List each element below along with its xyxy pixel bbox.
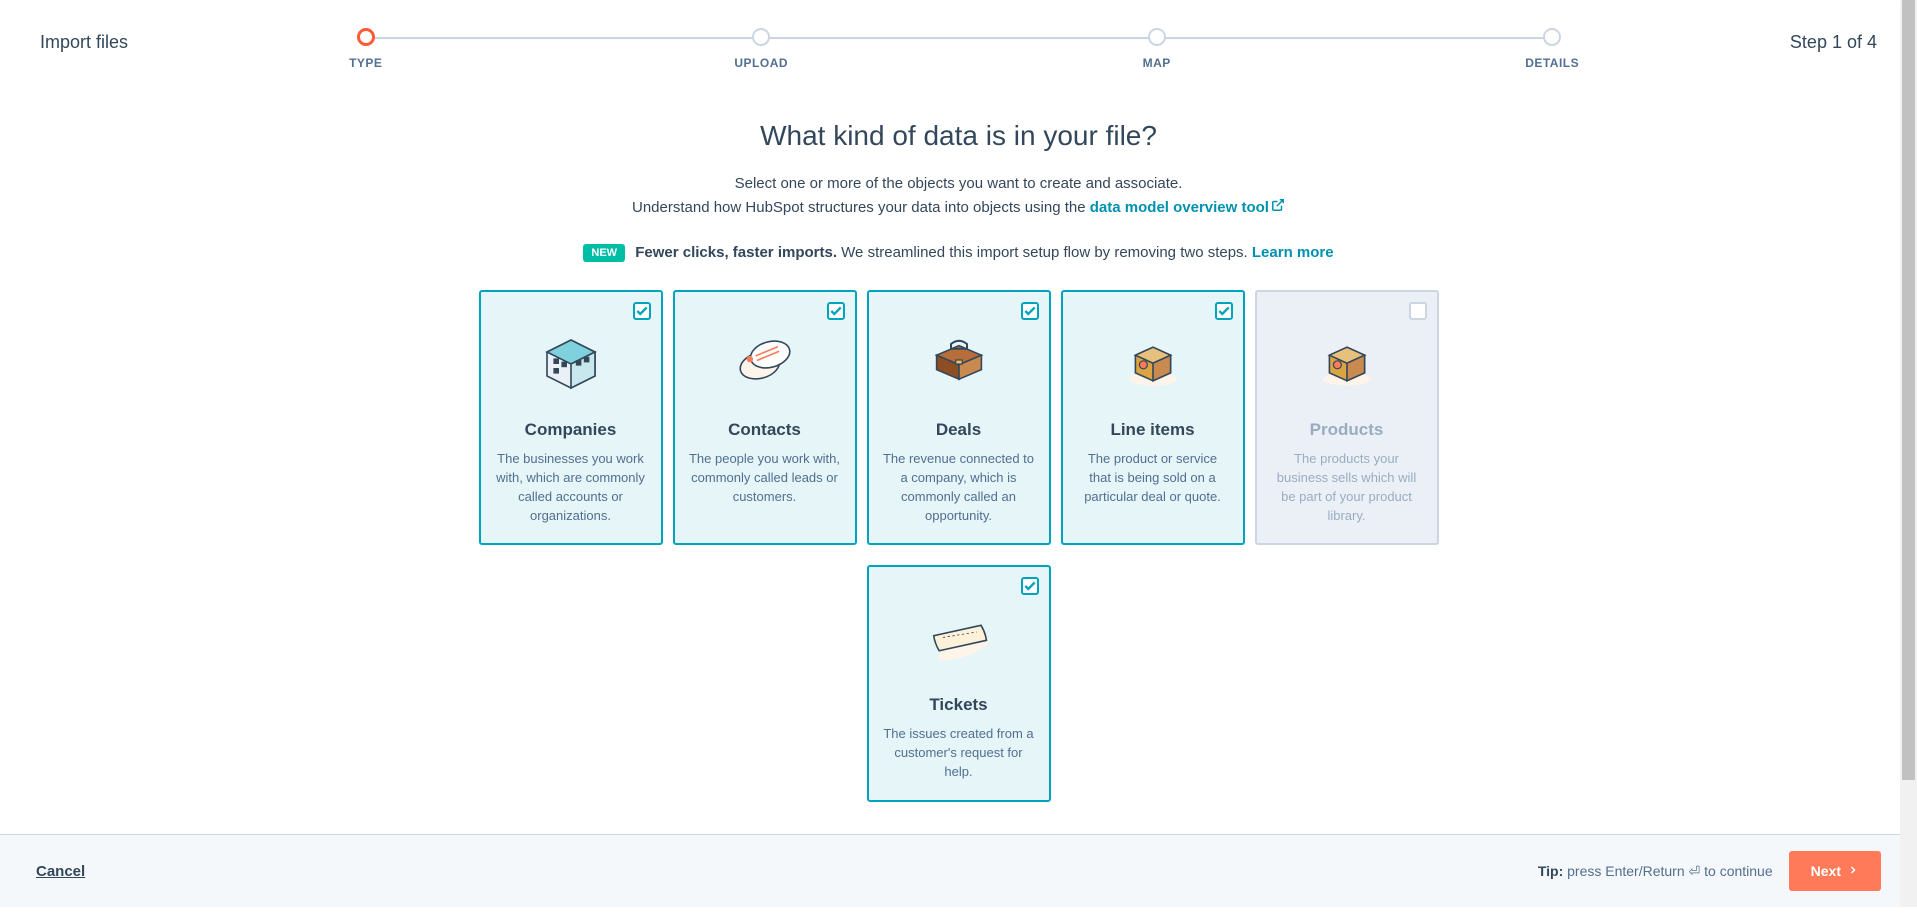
scrollbar[interactable]: [1900, 0, 1917, 907]
box-icon: [1077, 310, 1229, 410]
step-label: DETAILS: [1525, 56, 1579, 70]
card-line-items[interactable]: Line items The product or service that i…: [1061, 290, 1245, 545]
card-products: Products The products your business sell…: [1255, 290, 1439, 545]
card-description: The people you work with, commonly calle…: [689, 450, 841, 507]
checkbox-checked-icon: [1021, 302, 1039, 320]
cancel-button[interactable]: Cancel: [36, 863, 85, 880]
card-grid: Companies The businesses you work with, …: [379, 290, 1539, 802]
scrollbar-thumb[interactable]: [1902, 0, 1915, 780]
card-description: The businesses you work with, which are …: [495, 450, 647, 525]
checkbox-checked-icon: [1215, 302, 1233, 320]
step-label: UPLOAD: [734, 56, 788, 70]
step-upload: UPLOAD: [564, 28, 959, 70]
card-companies[interactable]: Companies The businesses you work with, …: [479, 290, 663, 545]
step-label: TYPE: [349, 56, 382, 70]
card-contacts[interactable]: Contacts The people you work with, commo…: [673, 290, 857, 545]
card-title: Companies: [495, 420, 647, 440]
page-title: Import files: [40, 32, 128, 53]
next-button[interactable]: Next: [1789, 851, 1881, 891]
step-label: MAP: [1143, 56, 1171, 70]
briefcase-icon: [883, 310, 1035, 410]
ticket-icon: [883, 585, 1035, 685]
data-model-overview-link[interactable]: data model overview tool: [1090, 199, 1285, 216]
external-link-icon: [1271, 196, 1285, 220]
box-icon: [1271, 310, 1423, 410]
card-description: The product or service that is being sol…: [1077, 450, 1229, 507]
card-title: Deals: [883, 420, 1035, 440]
step-counter: Step 1 of 4: [1790, 32, 1877, 53]
building-icon: [495, 310, 647, 410]
step-circle: [1543, 28, 1561, 46]
step-circle: [1148, 28, 1166, 46]
card-title: Line items: [1077, 420, 1229, 440]
card-title: Products: [1271, 420, 1423, 440]
step-circle-active: [357, 28, 375, 46]
learn-more-link[interactable]: Learn more: [1252, 244, 1334, 261]
banner: NEW Fewer clicks, faster imports. We str…: [379, 244, 1539, 262]
card-tickets[interactable]: Tickets The issues created from a custom…: [867, 565, 1051, 802]
step-circle: [752, 28, 770, 46]
card-title: Tickets: [883, 695, 1035, 715]
checkbox-checked-icon: [1021, 577, 1039, 595]
footer: Cancel Tip: press Enter/Return ⏎ to cont…: [0, 834, 1917, 907]
card-description: The products your business sells which w…: [1271, 450, 1423, 525]
step-type: TYPE: [168, 28, 563, 70]
card-description: The issues created from a customer's req…: [883, 725, 1035, 782]
checkbox-checked-icon: [633, 302, 651, 320]
step-details: DETAILS: [1354, 28, 1749, 70]
card-deals[interactable]: Deals The revenue connected to a company…: [867, 290, 1051, 545]
card-description: The revenue connected to a company, whic…: [883, 450, 1035, 525]
checkbox-unchecked-icon: [1409, 302, 1427, 320]
address-book-icon: [689, 310, 841, 410]
main-content: What kind of data is in your file? Selec…: [359, 80, 1559, 922]
header: Import files TYPE UPLOAD MAP DETAILS Ste…: [0, 0, 1917, 80]
chevron-right-icon: [1847, 863, 1859, 879]
checkbox-checked-icon: [827, 302, 845, 320]
new-badge: NEW: [583, 244, 625, 262]
main-heading: What kind of data is in your file?: [379, 120, 1539, 152]
subtitle: Select one or more of the objects you wa…: [379, 172, 1539, 220]
tip-text: Tip: press Enter/Return ⏎ to continue: [1538, 863, 1773, 880]
card-title: Contacts: [689, 420, 841, 440]
stepper: TYPE UPLOAD MAP DETAILS: [168, 20, 1750, 70]
step-map: MAP: [959, 28, 1354, 70]
